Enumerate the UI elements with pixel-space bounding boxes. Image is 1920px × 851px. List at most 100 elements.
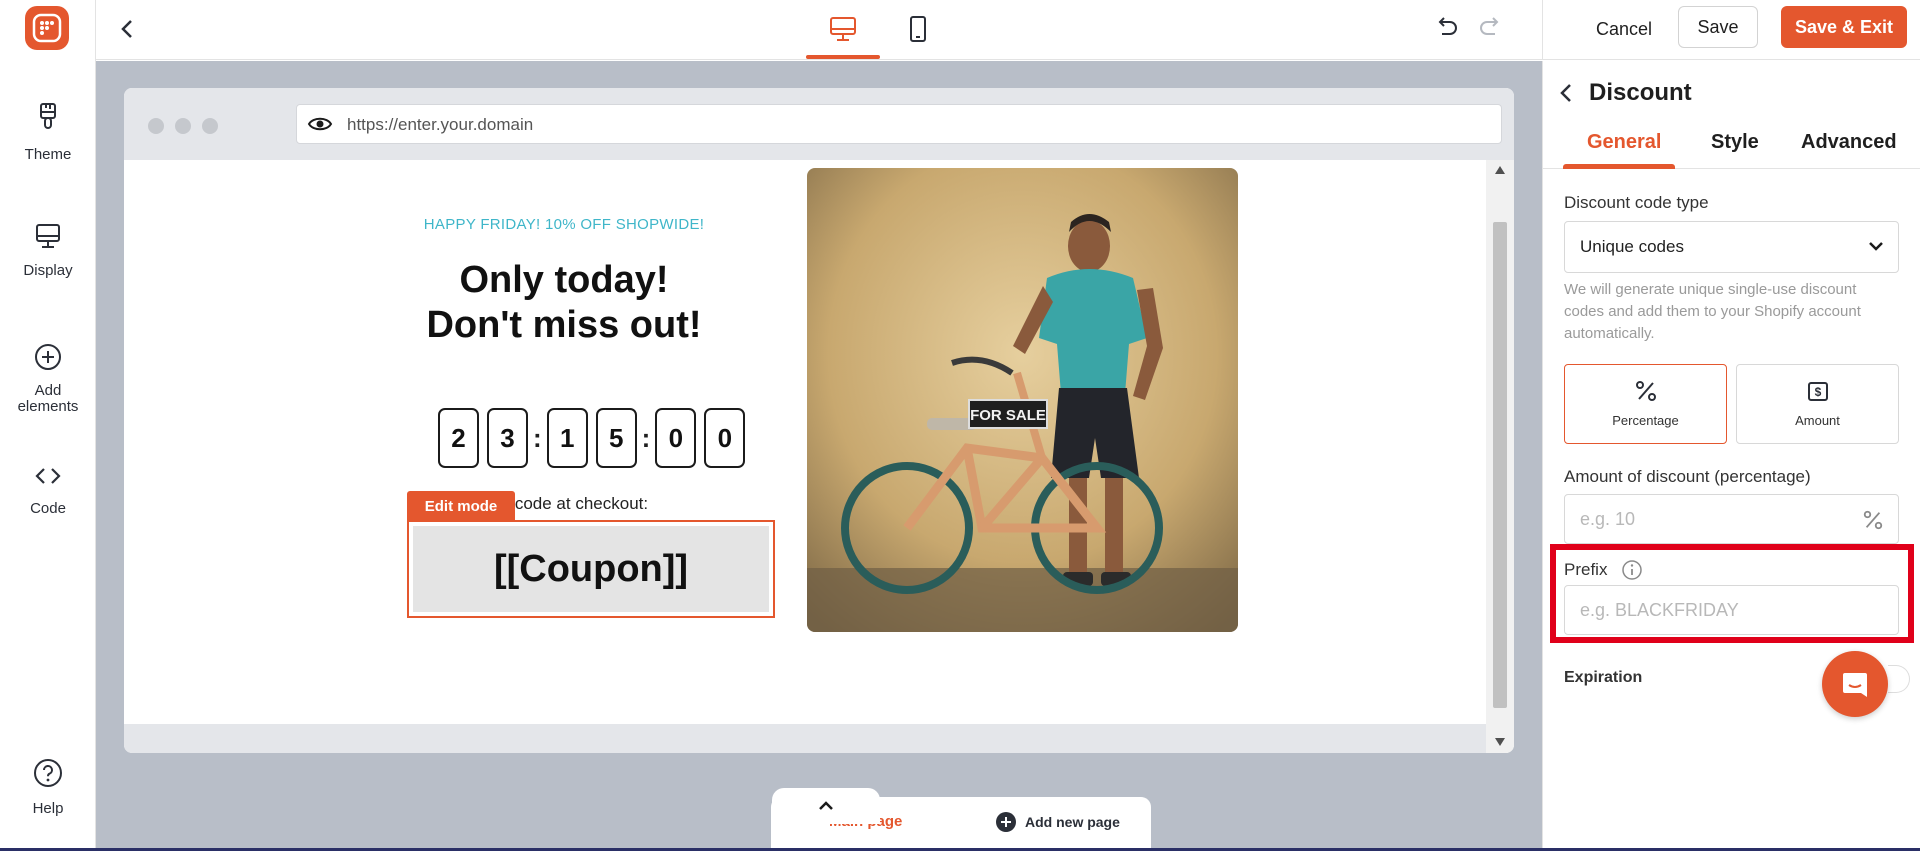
cancel-button[interactable]: Cancel: [1574, 10, 1674, 48]
expiration-label: Expiration: [1564, 669, 1643, 686]
window-dot: [175, 118, 191, 134]
tab-general[interactable]: General: [1587, 131, 1661, 154]
expiration-toggle[interactable]: [1888, 665, 1910, 693]
amount-label: Amount: [1795, 413, 1840, 428]
undo-button[interactable]: [1432, 14, 1460, 47]
sidebar-item-theme[interactable]: Theme: [0, 102, 96, 163]
chat-icon: [1843, 673, 1867, 697]
active-device-indicator: [806, 55, 880, 59]
preview-scrollbar[interactable]: [1486, 160, 1514, 753]
amount-placeholder: e.g. 10: [1580, 509, 1636, 529]
window-dot: [202, 118, 218, 134]
tab-advanced[interactable]: Advanced: [1801, 131, 1897, 154]
code-type-value: Unique codes: [1580, 237, 1684, 256]
code-icon: [35, 468, 61, 484]
popup-image[interactable]: FOR SALE: [807, 168, 1238, 632]
back-button[interactable]: [112, 14, 142, 44]
chat-support-button[interactable]: [1822, 651, 1888, 717]
countdown-timer[interactable]: 2 3 : 1 5 : 0 0: [438, 408, 746, 468]
edit-mode-badge: Edit mode: [407, 491, 515, 521]
page-footer-area: [124, 724, 1486, 753]
chevron-left-icon: [121, 20, 132, 38]
amount-option[interactable]: $ Amount: [1736, 364, 1899, 444]
chevron-down-icon: [1869, 242, 1883, 251]
sidebar-item-add-elements[interactable]: Add elements: [0, 343, 96, 415]
countdown-digit: 0: [704, 408, 746, 468]
percent-icon: [1635, 381, 1656, 401]
sidebar-item-label: Theme: [24, 146, 72, 163]
amount-discount-label: Amount of discount (percentage): [1564, 467, 1811, 486]
sidebar-item-code[interactable]: Code: [0, 464, 96, 517]
redo-button[interactable]: [1477, 14, 1505, 47]
coupon-element-selected[interactable]: [[Coupon]]: [407, 520, 775, 618]
monitor-icon: [36, 224, 60, 248]
sidebar-item-label: Add elements: [17, 382, 79, 415]
sidebar-item-help[interactable]: Help: [0, 758, 96, 817]
dollar-icon: $: [1807, 382, 1828, 401]
percentage-option[interactable]: Percentage: [1564, 364, 1727, 444]
panel-tabs: General Style Advanced: [1543, 117, 1920, 169]
code-type-label: Discount code type: [1564, 193, 1709, 212]
countdown-digit: 0: [655, 408, 697, 468]
scroll-up-icon[interactable]: [1495, 166, 1505, 174]
tab-style[interactable]: Style: [1711, 131, 1759, 154]
percent-icon: [1863, 510, 1883, 530]
left-sidebar: Theme Display Add elements Code Help: [0, 0, 96, 851]
pages-bar-toggle[interactable]: [772, 788, 880, 824]
scrollbar-thumb[interactable]: [1493, 222, 1507, 708]
url-text: https://enter.your.domain: [347, 115, 534, 134]
percentage-label: Percentage: [1612, 413, 1679, 428]
countdown-digit: 1: [546, 408, 588, 468]
sidebar-item-label: Display: [23, 262, 73, 279]
add-new-page-button[interactable]: Add new page: [995, 811, 1120, 833]
desktop-icon: [830, 17, 856, 41]
countdown-separator: :: [533, 422, 542, 453]
sidebar-item-label: Help: [32, 800, 64, 817]
undo-icon: [1438, 17, 1457, 35]
window-dot: [148, 118, 164, 134]
top-toolbar: Cancel Save Save & Exit: [96, 0, 1920, 60]
desktop-view-button[interactable]: [823, 12, 863, 46]
save-exit-button[interactable]: Save & Exit: [1781, 6, 1907, 48]
settings-panel: Discount General Style Advanced Discount…: [1542, 61, 1920, 851]
code-type-help: We will generate unique single-use disco…: [1564, 281, 1861, 342]
app-logo[interactable]: [25, 6, 69, 50]
chevron-left-icon[interactable]: [1559, 83, 1573, 103]
logo-icon: [32, 13, 62, 43]
chevron-up-icon: [819, 801, 833, 810]
sidebar-item-label: Code: [30, 500, 66, 517]
highlight-box: [1550, 544, 1914, 643]
scroll-down-icon[interactable]: [1495, 738, 1505, 746]
browser-chrome: https://enter.your.domain: [124, 88, 1514, 160]
headline-line: Only today!: [459, 259, 669, 301]
sidebar-item-display[interactable]: Display: [0, 222, 96, 279]
countdown-digit: 2: [438, 408, 479, 468]
amount-input[interactable]: e.g. 10: [1564, 494, 1899, 544]
panel-header: Discount: [1559, 79, 1692, 107]
panel-title: Discount: [1589, 79, 1692, 106]
countdown-digit: 3: [487, 408, 528, 468]
headline-line: Don't miss out!: [426, 304, 702, 346]
for-sale-sign: FOR SALE: [970, 407, 1046, 424]
popup-headline[interactable]: Only today! Don't miss out!: [354, 258, 774, 348]
redo-icon: [1480, 17, 1499, 35]
svg-text:$: $: [1814, 385, 1821, 399]
editor-canvas: https://enter.your.domain HAPPY FRIDAY! …: [96, 61, 1542, 851]
url-bar[interactable]: https://enter.your.domain: [296, 104, 1502, 144]
plus-circle-icon: [996, 812, 1016, 832]
popup-page: HAPPY FRIDAY! 10% OFF SHOPWIDE! Only tod…: [124, 168, 1486, 724]
countdown-digit: 5: [595, 408, 637, 468]
coupon-code[interactable]: [[Coupon]]: [413, 526, 769, 612]
mobile-icon: [910, 16, 926, 42]
popup-tagline[interactable]: HAPPY FRIDAY! 10% OFF SHOPWIDE!: [404, 216, 724, 233]
add-new-page-label: Add new page: [1025, 814, 1120, 830]
browser-preview: https://enter.your.domain HAPPY FRIDAY! …: [124, 88, 1514, 753]
brush-icon: [40, 103, 56, 129]
save-button[interactable]: Save: [1678, 6, 1758, 48]
countdown-separator: :: [641, 422, 651, 453]
code-type-select[interactable]: Unique codes: [1564, 221, 1899, 273]
man-with-bicycle-image: FOR SALE: [807, 168, 1238, 632]
help-icon: [34, 759, 62, 787]
mobile-view-button[interactable]: [898, 12, 938, 46]
plus-circle-icon: [35, 344, 61, 370]
